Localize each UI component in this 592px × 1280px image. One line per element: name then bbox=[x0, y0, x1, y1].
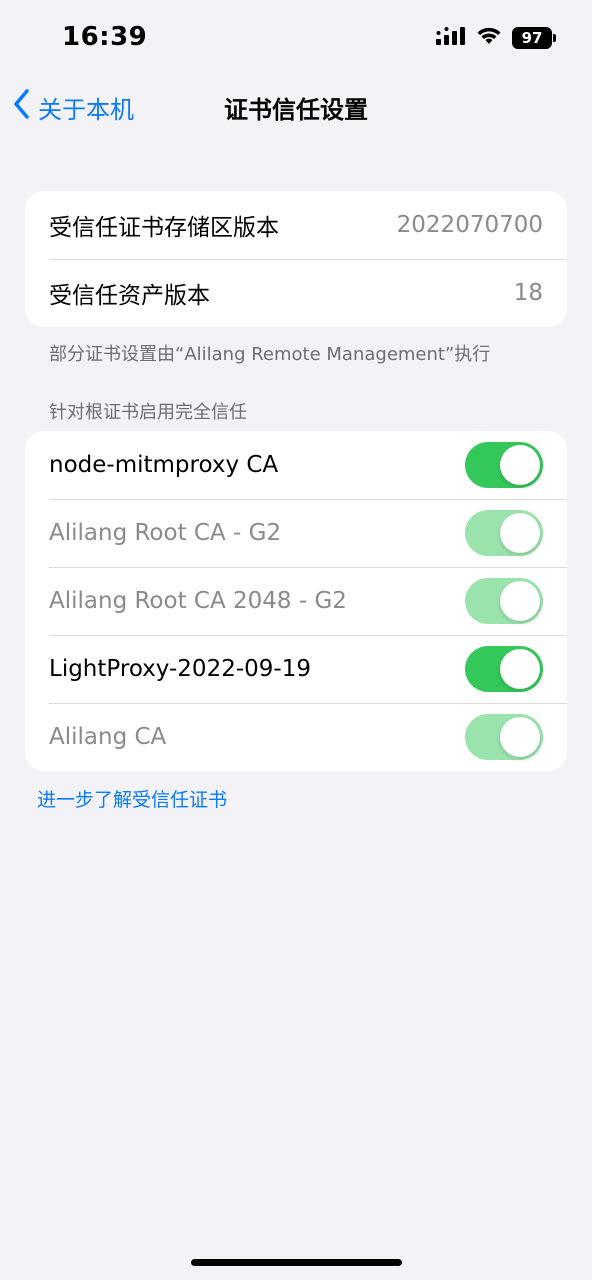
certificate-name: Alilang CA bbox=[49, 724, 167, 750]
managed-footnote: 部分证书设置由“Alilang Remote Management”执行 bbox=[49, 344, 491, 365]
home-indicator[interactable] bbox=[191, 1259, 402, 1266]
certificate-row-alilang-root-g2: Alilang Root CA - G2 bbox=[25, 499, 567, 567]
trust-toggle[interactable] bbox=[465, 646, 543, 692]
toggle-knob bbox=[500, 513, 540, 553]
row-value: 18 bbox=[513, 280, 543, 306]
certificate-row-alilang-ca: Alilang CA bbox=[25, 703, 567, 771]
list-item-store-version: 受信任证书存储区版本 2022070700 bbox=[25, 191, 567, 259]
cellular-signal-icon bbox=[436, 26, 466, 50]
status-icons: 97 bbox=[436, 26, 556, 50]
toggle-knob bbox=[500, 649, 540, 689]
trust-toggle bbox=[465, 578, 543, 624]
toggle-knob bbox=[500, 581, 540, 621]
navigation-bar: 关于本机 证书信任设置 bbox=[0, 82, 592, 130]
learn-more-link[interactable]: 进一步了解受信任证书 bbox=[37, 785, 227, 812]
row-value: 2022070700 bbox=[396, 212, 543, 238]
status-bar: 16:39 97 bbox=[0, 0, 592, 80]
certificate-name: Alilang Root CA 2048 - G2 bbox=[49, 588, 347, 614]
certificate-name: LightProxy-2022-09-19 bbox=[49, 656, 311, 682]
wifi-icon bbox=[476, 26, 502, 50]
toggle-knob bbox=[500, 445, 540, 485]
row-label: 受信任资产版本 bbox=[49, 283, 210, 309]
page-title: 证书信任设置 bbox=[224, 96, 368, 124]
status-time: 16:39 bbox=[62, 22, 148, 52]
trust-toggle bbox=[465, 510, 543, 556]
certificate-trust-group: node-mitmproxy CA Alilang Root CA - G2 A… bbox=[25, 431, 567, 771]
certificate-row-node-mitmproxy: node-mitmproxy CA bbox=[25, 431, 567, 499]
certificate-name: node-mitmproxy CA bbox=[49, 452, 279, 478]
certificate-row-alilang-root-2048-g2: Alilang Root CA 2048 - G2 bbox=[25, 567, 567, 635]
list-item-asset-version: 受信任资产版本 18 bbox=[25, 259, 567, 327]
trust-toggle bbox=[465, 714, 543, 760]
certificate-name: Alilang Root CA - G2 bbox=[49, 520, 282, 546]
certificate-row-lightproxy: LightProxy-2022-09-19 bbox=[25, 635, 567, 703]
section-header-root-trust: 针对根证书启用完全信任 bbox=[49, 402, 247, 423]
trust-toggle[interactable] bbox=[465, 442, 543, 488]
versions-group: 受信任证书存储区版本 2022070700 受信任资产版本 18 bbox=[25, 191, 567, 327]
battery-icon: 97 bbox=[512, 27, 556, 49]
battery-level: 97 bbox=[521, 29, 543, 47]
row-label: 受信任证书存储区版本 bbox=[49, 215, 279, 241]
toggle-knob bbox=[500, 717, 540, 757]
